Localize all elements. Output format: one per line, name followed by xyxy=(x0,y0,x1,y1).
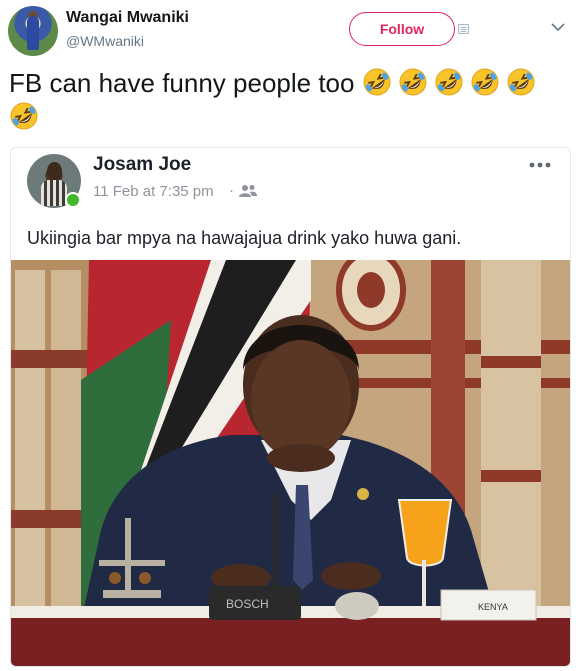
rolling-on-floor-laughing-icon xyxy=(10,102,38,130)
online-status-icon xyxy=(65,192,81,208)
tweet-text-body: FB can have funny people too xyxy=(9,68,355,98)
rolling-on-floor-laughing-icon xyxy=(399,68,427,96)
fb-timestamp[interactable]: 11 Feb at 7:35 pm xyxy=(93,183,214,200)
avatar[interactable] xyxy=(8,6,58,56)
follow-button[interactable]: Follow xyxy=(349,12,455,46)
tweet-text: FB can have funny people too xyxy=(9,66,575,134)
profile-card-icon xyxy=(458,24,469,34)
placard-label: KENYA xyxy=(478,602,508,612)
post-photo[interactable]: BOSCH KENYA xyxy=(11,260,570,666)
mic-brand-label: BOSCH xyxy=(226,597,269,611)
fb-meta-separator: · xyxy=(229,182,234,199)
rolling-on-floor-laughing-icon xyxy=(363,68,391,96)
ellipsis-icon[interactable] xyxy=(529,162,551,168)
rolling-on-floor-laughing-icon xyxy=(435,68,463,96)
avatar-figure xyxy=(27,16,39,50)
handle[interactable]: @WMwaniki xyxy=(66,33,144,49)
friends-icon[interactable] xyxy=(239,184,257,198)
photo-illustration: BOSCH KENYA xyxy=(11,260,570,666)
rolling-on-floor-laughing-icon xyxy=(507,68,535,96)
chevron-down-icon[interactable] xyxy=(549,18,567,36)
embedded-photo-card[interactable]: Josam Joe 11 Feb at 7:35 pm · Ukiingia b… xyxy=(10,147,571,667)
fb-avatar-head xyxy=(47,162,62,180)
tweet-header: Wangai Mwaniki @WMwaniki Follow xyxy=(0,0,582,62)
display-name[interactable]: Wangai Mwaniki xyxy=(66,9,189,27)
rolling-on-floor-laughing-icon xyxy=(471,68,499,96)
fb-post-text: Ukiingia bar mpya na hawajajua drink yak… xyxy=(27,228,462,248)
fb-avatar-shirt xyxy=(41,180,67,206)
fb-author-name[interactable]: Josam Joe xyxy=(93,154,191,176)
